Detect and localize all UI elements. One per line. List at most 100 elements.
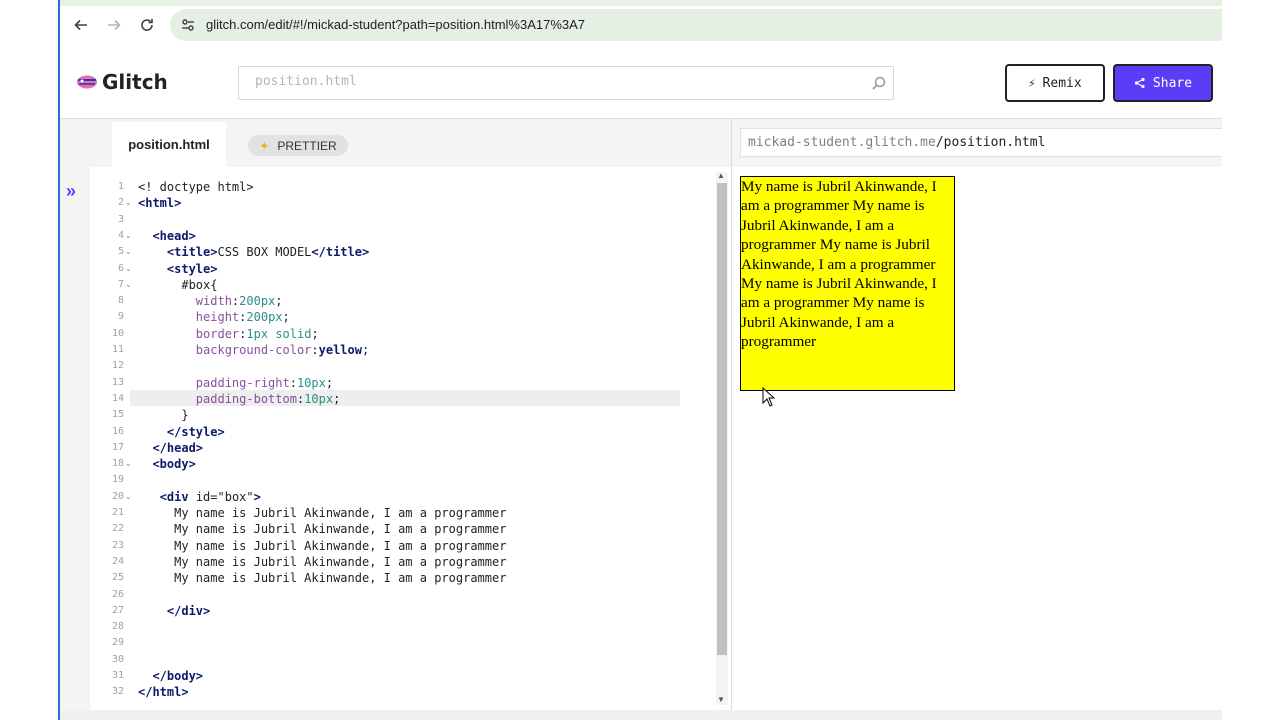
code-line[interactable]: 18 ⌄ <body> [90,456,731,472]
browser-toolbar: glitch.com/edit/#!/mickad-student?path=p… [60,0,1222,50]
sparkle-icon: ✦ [259,138,270,153]
code-text: background-color:yellow; [195,343,370,357]
line-number: 8 [117,295,124,307]
logo-text: Glitch [102,70,168,94]
code-line[interactable]: 11 background-color:yellow; [90,342,731,358]
code-line[interactable]: 23 My name is Jubril Akinwande, I am a p… [90,538,731,554]
line-number: 24 [111,555,124,567]
code-line[interactable]: 12 [90,358,731,374]
code-line[interactable]: 15 } [90,407,731,423]
share-button[interactable]: Share [1113,64,1213,102]
back-icon[interactable] [69,13,93,37]
code-line[interactable]: 17 </head> [90,440,731,456]
code-line[interactable]: 10 border:1px solid; [90,326,731,342]
code-text: </head> [152,440,204,455]
fold-chevron-icon[interactable]: ⌄ [125,456,132,472]
lightning-icon: ⚡ [1028,76,1036,90]
forward-icon[interactable] [102,13,126,37]
code-text: </body> [152,669,204,683]
fold-chevron-icon[interactable]: ⌄ [125,195,132,211]
fold-chevron-icon[interactable]: ⌄ [125,228,132,244]
code-line[interactable]: 14 padding-bottom:10px; [90,391,731,407]
app-header: Glitch position.html ⚡ Remix Share [60,50,1222,118]
expand-sidebar-icon[interactable]: » [66,181,76,202]
code-text: My name is Jubril Akinwande, I am a prog… [138,571,507,586]
code-line[interactable]: 24 My name is Jubril Akinwande, I am a p… [90,554,731,570]
reload-icon[interactable] [135,13,159,37]
search-input[interactable]: position.html [238,66,894,100]
prettier-button[interactable]: ✦ PRETTIER [248,135,348,156]
prettier-label: PRETTIER [277,138,337,153]
scroll-up-icon[interactable]: ▲ [717,171,725,180]
code-line[interactable]: 22 My name is Jubril Akinwande, I am a p… [90,521,731,537]
code-line[interactable]: 1 <! doctype html> [90,179,731,195]
editor-panel: » position.html ✦ PRETTIER 1 <! doctype h… [60,119,731,720]
code-line[interactable]: 7 ⌄ #box{ [90,277,731,293]
address-bar[interactable]: glitch.com/edit/#!/mickad-student?path=p… [170,9,1222,41]
code-line[interactable]: 25 My name is Jubril Akinwande, I am a p… [90,570,731,586]
code-editor[interactable]: 1 <! doctype html> 2 ⌄ <html> 3 4 ⌄ <head> 5 ⌄ <t… [90,167,731,720]
code-line[interactable]: 28 [90,619,731,635]
line-number: 27 [111,604,124,616]
code-text: <html> [138,196,182,211]
line-number: 9 [117,311,124,323]
line-number: 16 [111,425,124,437]
line-number: 5 [117,246,124,258]
preview-panel: mickad-student.glitch.me/position.html M… [732,119,1222,720]
code-line[interactable]: 21 My name is Jubril Akinwande, I am a p… [90,505,731,521]
code-text: </html> [138,685,189,700]
code-text: height:200px; [195,310,290,325]
code-line[interactable]: 32 </html> [90,684,731,700]
tab-position-html[interactable]: position.html [112,122,226,167]
code-text: </div> [166,603,211,618]
code-text: <head> [152,228,196,243]
line-number: 20 [111,490,124,502]
code-line[interactable]: 20 ⌄ <div id="box"> [90,489,731,505]
code-line[interactable]: 26 [90,587,731,603]
code-line[interactable]: 19 [90,472,731,488]
left-frame [0,0,60,720]
glitch-logo[interactable]: Glitch [76,70,168,94]
code-text: border:1px solid; [195,326,319,341]
code-line[interactable]: 27 </div> [90,603,731,619]
editor-tabbar: position.html ✦ PRETTIER [90,119,731,167]
preview-url-field[interactable]: mickad-student.glitch.me/position.html [740,128,1222,157]
fold-chevron-icon[interactable]: ⌄ [125,489,132,505]
code-text: padding-right:10px; [195,375,334,390]
site-settings-icon[interactable] [180,17,196,33]
remix-button[interactable]: ⚡ Remix [1005,64,1105,102]
code-line[interactable]: 6 ⌄ <style> [90,261,731,277]
scroll-down-icon[interactable]: ▼ [717,695,725,704]
preview-url-host: mickad-student.glitch.me [748,135,936,150]
code-line[interactable]: 29 [90,635,731,651]
fold-chevron-icon[interactable]: ⌄ [125,261,132,277]
line-number: 31 [111,670,124,681]
editor-scrollbar-thumb[interactable] [717,183,727,655]
code-text: <body> [152,457,196,472]
code-line[interactable]: 16 </style> [90,424,731,440]
code-line[interactable]: 5 ⌄ <title>CSS BOX MODEL</title> [90,244,731,260]
search-icon[interactable] [871,75,887,91]
code-line[interactable]: 2 ⌄ <html> [90,195,731,211]
code-line[interactable]: 30 [90,652,731,668]
code-text: My name is Jubril Akinwande, I am a prog… [138,522,507,537]
share-icon [1134,77,1145,89]
code-line[interactable]: 4 ⌄ <head> [90,228,731,244]
mouse-cursor-icon [762,387,776,407]
fold-chevron-icon[interactable]: ⌄ [125,244,132,260]
code-line[interactable]: 3 [90,212,731,228]
preview-box: My name is Jubril Akinwande, I am a prog… [740,176,955,391]
code-line[interactable]: 9 height:200px; [90,309,731,325]
line-number: 1 [117,181,124,192]
line-number: 14 [111,392,124,404]
line-number: 12 [111,360,124,372]
code-text: <div id="box"> [159,489,261,504]
code-line[interactable]: 13 padding-right:10px; [90,375,731,391]
code-text: My name is Jubril Akinwande, I am a prog… [138,538,507,553]
code-line[interactable]: 31 </body> [90,668,731,684]
code-line[interactable]: 8 width:200px; [90,293,731,309]
code-text: <! doctype html> [138,180,254,194]
line-number: 28 [111,621,124,633]
share-label: Share [1152,75,1193,91]
fold-chevron-icon[interactable]: ⌄ [125,277,132,293]
